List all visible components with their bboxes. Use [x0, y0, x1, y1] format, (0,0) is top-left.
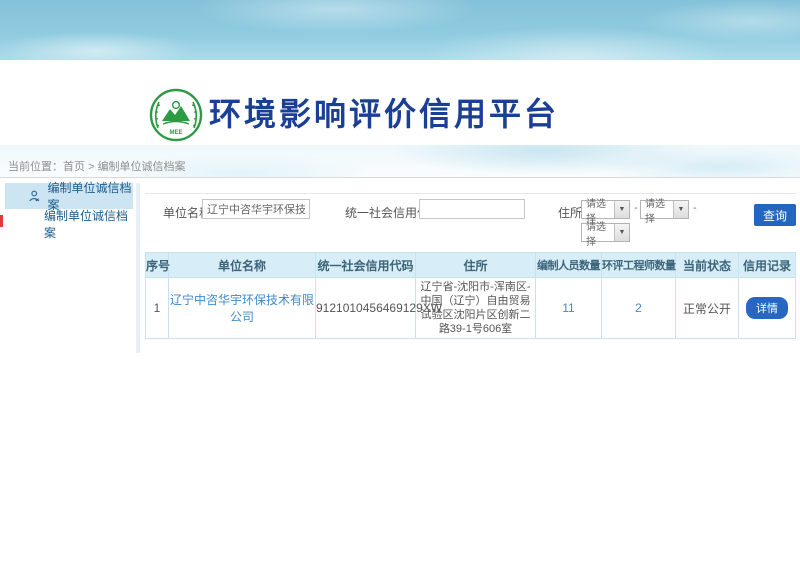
cell-address: 辽宁省-沈阳市-浑南区-中国（辽宁）自由贸易试验区沈阳片区创新二路39-1号60… [416, 278, 536, 339]
table-row: 1 辽宁中咨华宇环保技术有限公司 9121010456469129XW 辽宁省-… [146, 278, 796, 339]
sidebar-item-label: 编制单位诚信档案 [44, 207, 133, 241]
breadcrumb-separator: > [88, 161, 94, 173]
header-band: MEE 环境影响评价信用平台 [0, 0, 800, 60]
col-engineer-count: 环评工程师数量 [602, 253, 676, 278]
col-credit-code: 统一社会信用代码 [316, 253, 416, 278]
col-status: 当前状态 [676, 253, 739, 278]
col-unit-name: 单位名称 [169, 253, 316, 278]
address-separator: - [693, 202, 697, 214]
sidebar: 编制单位诚信档案 编制单位诚信档案 [5, 183, 133, 353]
col-staff-count: 编制人员数量 [536, 253, 602, 278]
content-top-border [145, 193, 796, 194]
address-city-value: 请选择 [641, 195, 673, 225]
detail-button[interactable]: 详情 [746, 297, 788, 319]
active-item-marker [0, 215, 3, 227]
col-credit-record: 信用记录 [739, 253, 796, 278]
unit-name-link[interactable]: 辽宁中咨华宇环保技术有限公司 [170, 293, 314, 324]
search-button[interactable]: 查询 [754, 204, 796, 226]
credit-code-input[interactable] [419, 199, 525, 219]
svg-text:MEE: MEE [169, 130, 182, 136]
breadcrumb-current: 编制单位诚信档案 [98, 161, 186, 173]
address-separator: - [634, 202, 638, 214]
cell-index: 1 [146, 278, 169, 339]
cell-status: 正常公开 [676, 278, 739, 339]
results-table: 序号 单位名称 统一社会信用代码 住所 编制人员数量 环评工程师数量 当前状态 … [145, 252, 797, 339]
breadcrumb: 当前位置：首页 > 编制单位诚信档案 [8, 158, 186, 174]
vertical-divider [136, 183, 140, 353]
address-district-value: 请选择 [582, 218, 614, 248]
col-index: 序号 [146, 253, 169, 278]
breadcrumb-home-link[interactable]: 首页 [63, 161, 85, 173]
chevron-down-icon[interactable]: ▼ [614, 201, 629, 218]
address-city-select[interactable]: 请选择 ▼ [640, 200, 689, 219]
table-header-row: 序号 单位名称 统一社会信用代码 住所 编制人员数量 环评工程师数量 当前状态 … [146, 253, 796, 278]
address-district-select[interactable]: 请选择 ▼ [581, 223, 630, 242]
address-province-select[interactable]: 请选择 ▼ [581, 200, 630, 219]
engineer-count-link[interactable]: 2 [635, 301, 642, 315]
chevron-down-icon[interactable]: ▼ [614, 224, 629, 241]
breadcrumb-location-label: 当前位置： [8, 161, 63, 173]
cell-credit-code: 9121010456469129XW [316, 278, 416, 339]
user-icon [28, 189, 40, 203]
mee-logo-icon: MEE [149, 88, 203, 142]
sidebar-item-credit-archive[interactable]: 编制单位诚信档案 [5, 209, 133, 239]
staff-count-link[interactable]: 11 [562, 301, 574, 315]
page-title: 环境影响评价信用平台 [209, 95, 559, 133]
sidebar-section-header[interactable]: 编制单位诚信档案 [5, 183, 133, 209]
unit-name-input[interactable] [202, 199, 310, 219]
col-address: 住所 [416, 253, 536, 278]
chevron-down-icon[interactable]: ▼ [673, 201, 688, 218]
